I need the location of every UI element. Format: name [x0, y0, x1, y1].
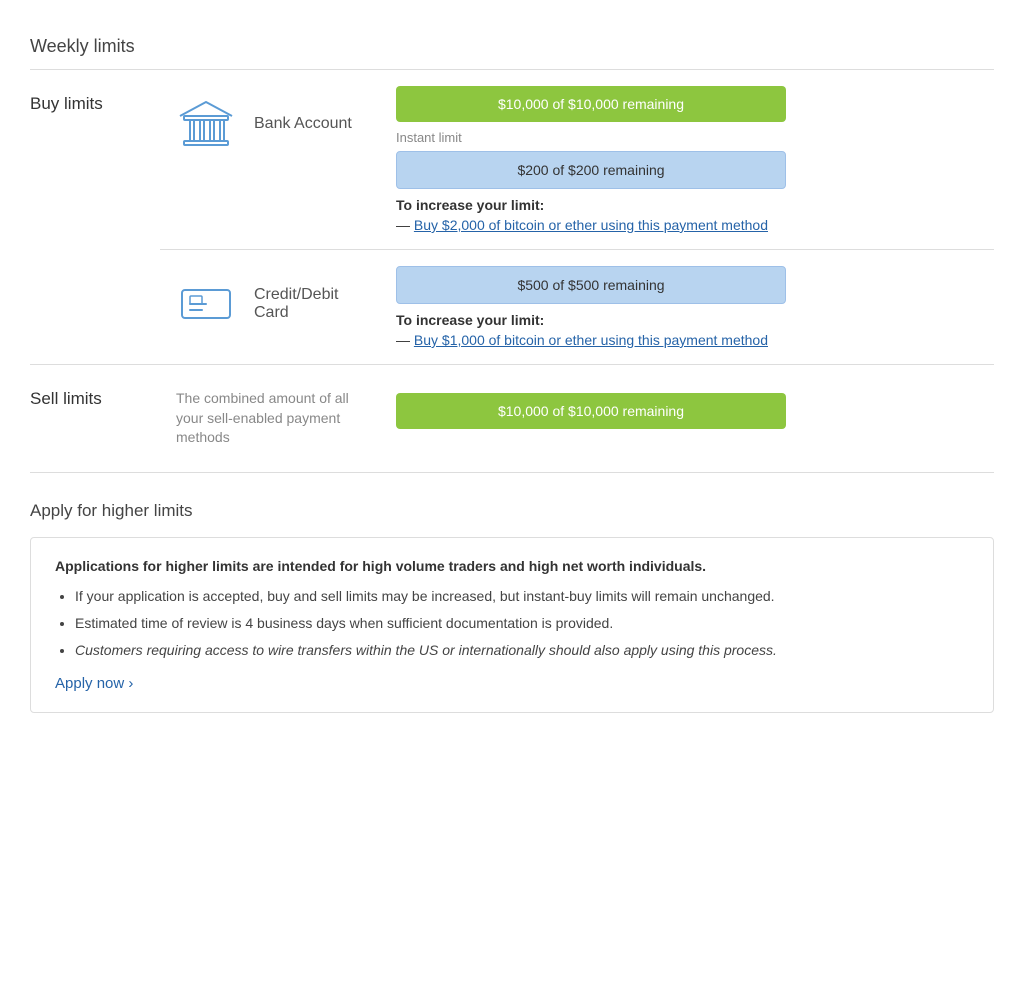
sell-limits-row: Sell limits The combined amount of all y…: [30, 365, 994, 473]
bank-account-name: Bank Account: [254, 115, 352, 133]
apply-now-button[interactable]: Apply now ›: [55, 675, 133, 692]
card-name: Credit/Debit Card: [254, 286, 364, 322]
bullet-2: Estimated time of review is 4 business d…: [75, 613, 969, 634]
card-increase-link-wrapper: — Buy $1,000 of bitcoin or ether using t…: [396, 332, 994, 348]
bullet-1: If your application is accepted, buy and…: [75, 586, 969, 607]
apply-box-title: Applications for higher limits are inten…: [55, 558, 969, 574]
sell-limits-bar-cell: $10,000 of $10,000 remaining: [380, 365, 994, 473]
bank-icon: [176, 94, 236, 154]
sell-limits-label: Sell limits: [30, 365, 160, 473]
limits-table: Buy limits: [30, 70, 994, 473]
bank-increase-link-wrapper: — Buy $2,000 of bitcoin or ether using t…: [396, 217, 994, 233]
buy-limits-bank-row: Buy limits: [30, 70, 994, 250]
bank-account-limits: $10,000 of $10,000 remaining Instant lim…: [380, 70, 994, 250]
bank-total-limit-bar: $10,000 of $10,000 remaining: [396, 86, 786, 122]
bullet-3: Customers requiring access to wire trans…: [75, 640, 969, 661]
bank-instant-limit-bar: $200 of $200 remaining: [396, 151, 786, 189]
bank-increase-label: To increase your limit:: [396, 197, 994, 213]
card-limit-bar: $500 of $500 remaining: [396, 266, 786, 304]
card-method: Credit/Debit Card: [160, 250, 380, 365]
card-increase-dash: —: [396, 332, 410, 348]
bank-increase-link[interactable]: Buy $2,000 of bitcoin or ether using thi…: [414, 217, 768, 233]
apply-box-bullets: If your application is accepted, buy and…: [55, 586, 969, 661]
weekly-limits-title: Weekly limits: [30, 20, 994, 69]
card-increase-label: To increase your limit:: [396, 312, 994, 328]
instant-label: Instant limit: [396, 130, 994, 145]
card-increase-link[interactable]: Buy $1,000 of bitcoin or ether using thi…: [414, 332, 768, 348]
bank-increase-dash: —: [396, 217, 410, 233]
card-limits: $500 of $500 remaining To increase your …: [380, 250, 994, 365]
apply-box: Applications for higher limits are inten…: [30, 537, 994, 713]
apply-section-title: Apply for higher limits: [30, 473, 994, 533]
card-icon: [176, 274, 236, 334]
sell-description: The combined amount of all your sell-ena…: [160, 365, 380, 473]
sell-limit-bar: $10,000 of $10,000 remaining: [396, 393, 786, 429]
buy-limits-card-row: Credit/Debit Card $500 of $500 remaining…: [30, 250, 994, 365]
bank-account-method: Bank Account: [160, 70, 380, 250]
buy-limits-label: Buy limits: [30, 70, 160, 365]
